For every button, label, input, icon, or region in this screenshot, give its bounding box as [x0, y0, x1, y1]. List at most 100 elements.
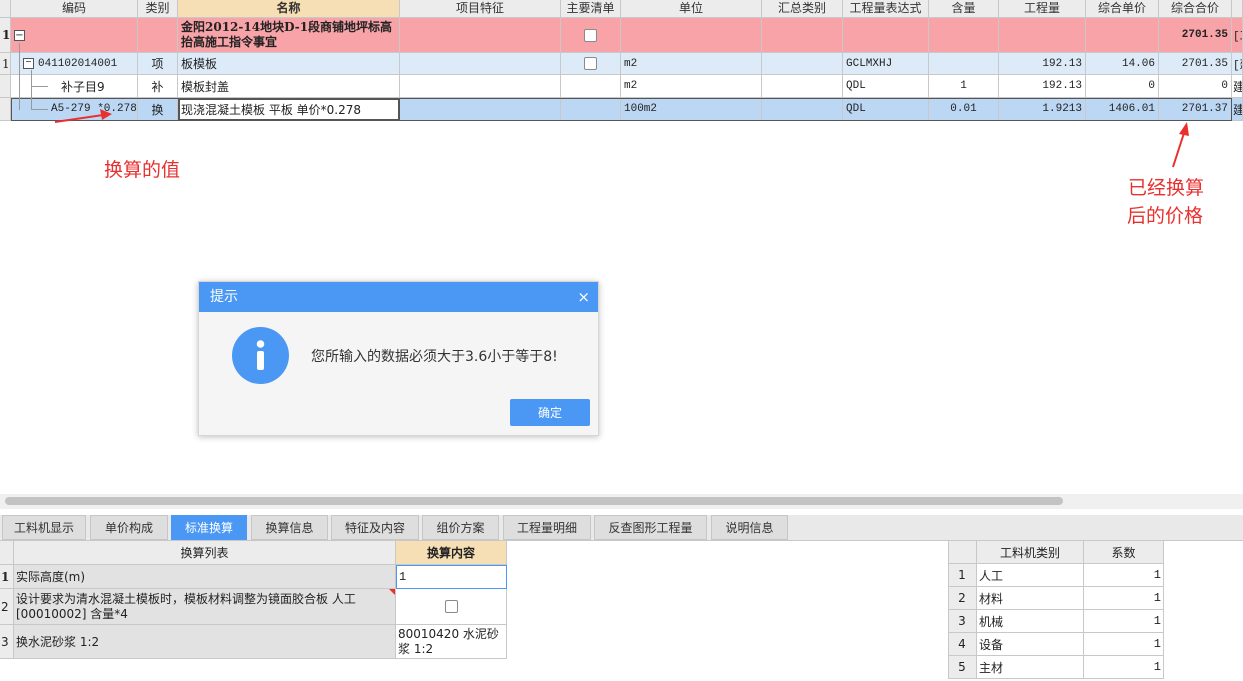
total-price-cell[interactable]: 2701.37: [1159, 98, 1232, 121]
dialog-titlebar[interactable]: 提示 ×: [199, 282, 598, 312]
content-cell[interactable]: 0.01: [929, 98, 999, 121]
unit-cell[interactable]: [621, 18, 762, 53]
row-number: 3: [948, 610, 977, 633]
unit-price-cell[interactable]: 14.06: [1086, 53, 1159, 75]
corner-cell: [948, 541, 977, 564]
col-header-total-price[interactable]: 综合合价: [1159, 0, 1232, 18]
scrollbar-thumb[interactable]: [5, 497, 1063, 505]
summary-type-cell[interactable]: [762, 98, 843, 121]
conversion-item: 换水泥砂浆 1:2: [14, 625, 396, 659]
unit-price-cell[interactable]: 0: [1086, 75, 1159, 98]
col-header-conversion-content[interactable]: 换算内容: [396, 541, 507, 565]
main-list-cell[interactable]: [561, 98, 621, 121]
quantity-cell[interactable]: 192.13: [999, 53, 1086, 75]
row-number: 2: [948, 587, 977, 610]
name-cell[interactable]: 模板封盖: [178, 75, 400, 98]
unit-price-cell[interactable]: 1406.01: [1086, 98, 1159, 121]
arrow-right-line: [1172, 132, 1185, 168]
tab-unit-price-composition[interactable]: 单价构成: [90, 515, 168, 540]
row-number: 5: [948, 656, 977, 679]
col-header-overflow: [1232, 0, 1243, 18]
name-cell[interactable]: 板模板: [178, 53, 400, 75]
content-cell[interactable]: [929, 18, 999, 53]
col-header-name[interactable]: 名称: [178, 0, 400, 18]
feature-cell[interactable]: [400, 75, 561, 98]
tab-features-content[interactable]: 特征及内容: [331, 515, 419, 540]
annotation-converted-price-line2: 后的价格: [1127, 205, 1204, 227]
expression-cell[interactable]: [843, 18, 929, 53]
conversion-item-line1: 设计要求为清水混凝土模板时，模板材料调整为镜面胶合板 人工: [16, 591, 356, 606]
content-cell[interactable]: 1: [929, 75, 999, 98]
main-list-checkbox[interactable]: [584, 57, 597, 70]
overflow-cell: 建: [1232, 98, 1243, 121]
total-price-cell[interactable]: 2701.35: [1159, 53, 1232, 75]
expression-cell[interactable]: QDL: [843, 75, 929, 98]
main-list-cell[interactable]: [561, 75, 621, 98]
col-header-summary-type[interactable]: 汇总类别: [762, 0, 843, 18]
col-header-quantity[interactable]: 工程量: [999, 0, 1086, 18]
summary-type-cell[interactable]: [762, 75, 843, 98]
expression-cell[interactable]: QDL: [843, 98, 929, 121]
unit-cell[interactable]: 100m2: [621, 98, 762, 121]
tab-pricing-plan[interactable]: 组价方案: [422, 515, 499, 540]
col-header-unit[interactable]: 单位: [621, 0, 762, 18]
annotation-converted-value: 换算的值: [104, 159, 181, 181]
unit-cell[interactable]: m2: [621, 75, 762, 98]
clear-concrete-checkbox[interactable]: [444, 600, 458, 613]
main-list-cell: [561, 53, 621, 75]
factor-cell[interactable]: 1: [1084, 656, 1164, 679]
bottom-tab-bar: 工料机显示 单价构成 标准换算 换算信息 特征及内容 组价方案 工程量明细 反查…: [0, 515, 1243, 541]
factor-cell[interactable]: 1: [1084, 564, 1164, 587]
summary-type-cell[interactable]: [762, 53, 843, 75]
quantity-cell[interactable]: [999, 18, 1086, 53]
total-price-cell[interactable]: 0: [1159, 75, 1232, 98]
info-icon: [232, 327, 289, 384]
mortar-select-cell[interactable]: 80010420 水泥砂 浆 1:2: [396, 625, 507, 659]
tab-labor-material[interactable]: 工料机显示: [2, 515, 86, 540]
row-number: 1: [0, 565, 14, 589]
col-header-expression[interactable]: 工程量表达式: [843, 0, 929, 18]
factor-cell[interactable]: 1: [1084, 633, 1164, 656]
unit-price-cell[interactable]: [1086, 18, 1159, 53]
tab-quantity-detail[interactable]: 工程量明细: [503, 515, 591, 540]
actual-height-input[interactable]: 1: [396, 565, 507, 589]
col-header-feature[interactable]: 项目特征: [400, 0, 561, 18]
quantity-cell[interactable]: 1.9213: [999, 98, 1086, 121]
main-list-cell: [561, 18, 621, 53]
col-header-conversion-list[interactable]: 换算列表: [14, 541, 396, 565]
annotation-converted-price-line1: 已经换算: [1128, 177, 1205, 199]
name-cell[interactable]: 金阳2012-14地块D-1段商铺地坪标高 抬高施工指令事宜: [178, 18, 400, 53]
tree-lines: [19, 43, 48, 110]
tab-standard-conversion[interactable]: 标准换算: [171, 515, 247, 540]
main-list-checkbox[interactable]: [584, 28, 597, 42]
tab-conversion-info[interactable]: 换算信息: [251, 515, 328, 540]
horizontal-scrollbar[interactable]: [0, 494, 1243, 509]
expression-cell[interactable]: GCLMXHJ: [843, 53, 929, 75]
col-header-content[interactable]: 含量: [929, 0, 999, 18]
total-price-cell[interactable]: 2701.35: [1159, 18, 1232, 53]
col-header-unit-price[interactable]: 综合单价: [1086, 0, 1159, 18]
row-number: 3: [0, 625, 14, 659]
tab-description[interactable]: 说明信息: [711, 515, 788, 540]
feature-cell[interactable]: [400, 53, 561, 75]
col-header-main-list[interactable]: 主要清单: [561, 0, 621, 18]
coefficient-rows: 1 人工 1 2 材料 1 3 机械 1 4 设备 1 5 主材 1: [948, 564, 1164, 681]
mortar-value-line1: 80010420 水泥砂: [398, 626, 499, 641]
name-cell-editing[interactable]: 现浇混凝土模板 平板 单价*0.278: [178, 98, 400, 121]
col-header-category[interactable]: 工料机类别: [977, 541, 1084, 564]
col-header-factor[interactable]: 系数: [1084, 541, 1164, 564]
quantity-cell[interactable]: 192.13: [999, 75, 1086, 98]
feature-cell[interactable]: [400, 18, 561, 53]
tab-reverse-check-quantity[interactable]: 反查图形工程量: [594, 515, 707, 540]
summary-type-cell[interactable]: [762, 18, 843, 53]
ok-button[interactable]: 确定: [510, 399, 590, 426]
overflow-cell: [建: [1232, 53, 1243, 75]
corner-cell: [0, 541, 14, 565]
unit-cell[interactable]: m2: [621, 53, 762, 75]
feature-cell[interactable]: [400, 98, 561, 121]
conversion-item: 实际高度(m): [14, 565, 396, 589]
close-icon[interactable]: ×: [577, 282, 590, 312]
content-cell[interactable]: [929, 53, 999, 75]
factor-cell[interactable]: 1: [1084, 610, 1164, 633]
factor-cell[interactable]: 1: [1084, 587, 1164, 610]
